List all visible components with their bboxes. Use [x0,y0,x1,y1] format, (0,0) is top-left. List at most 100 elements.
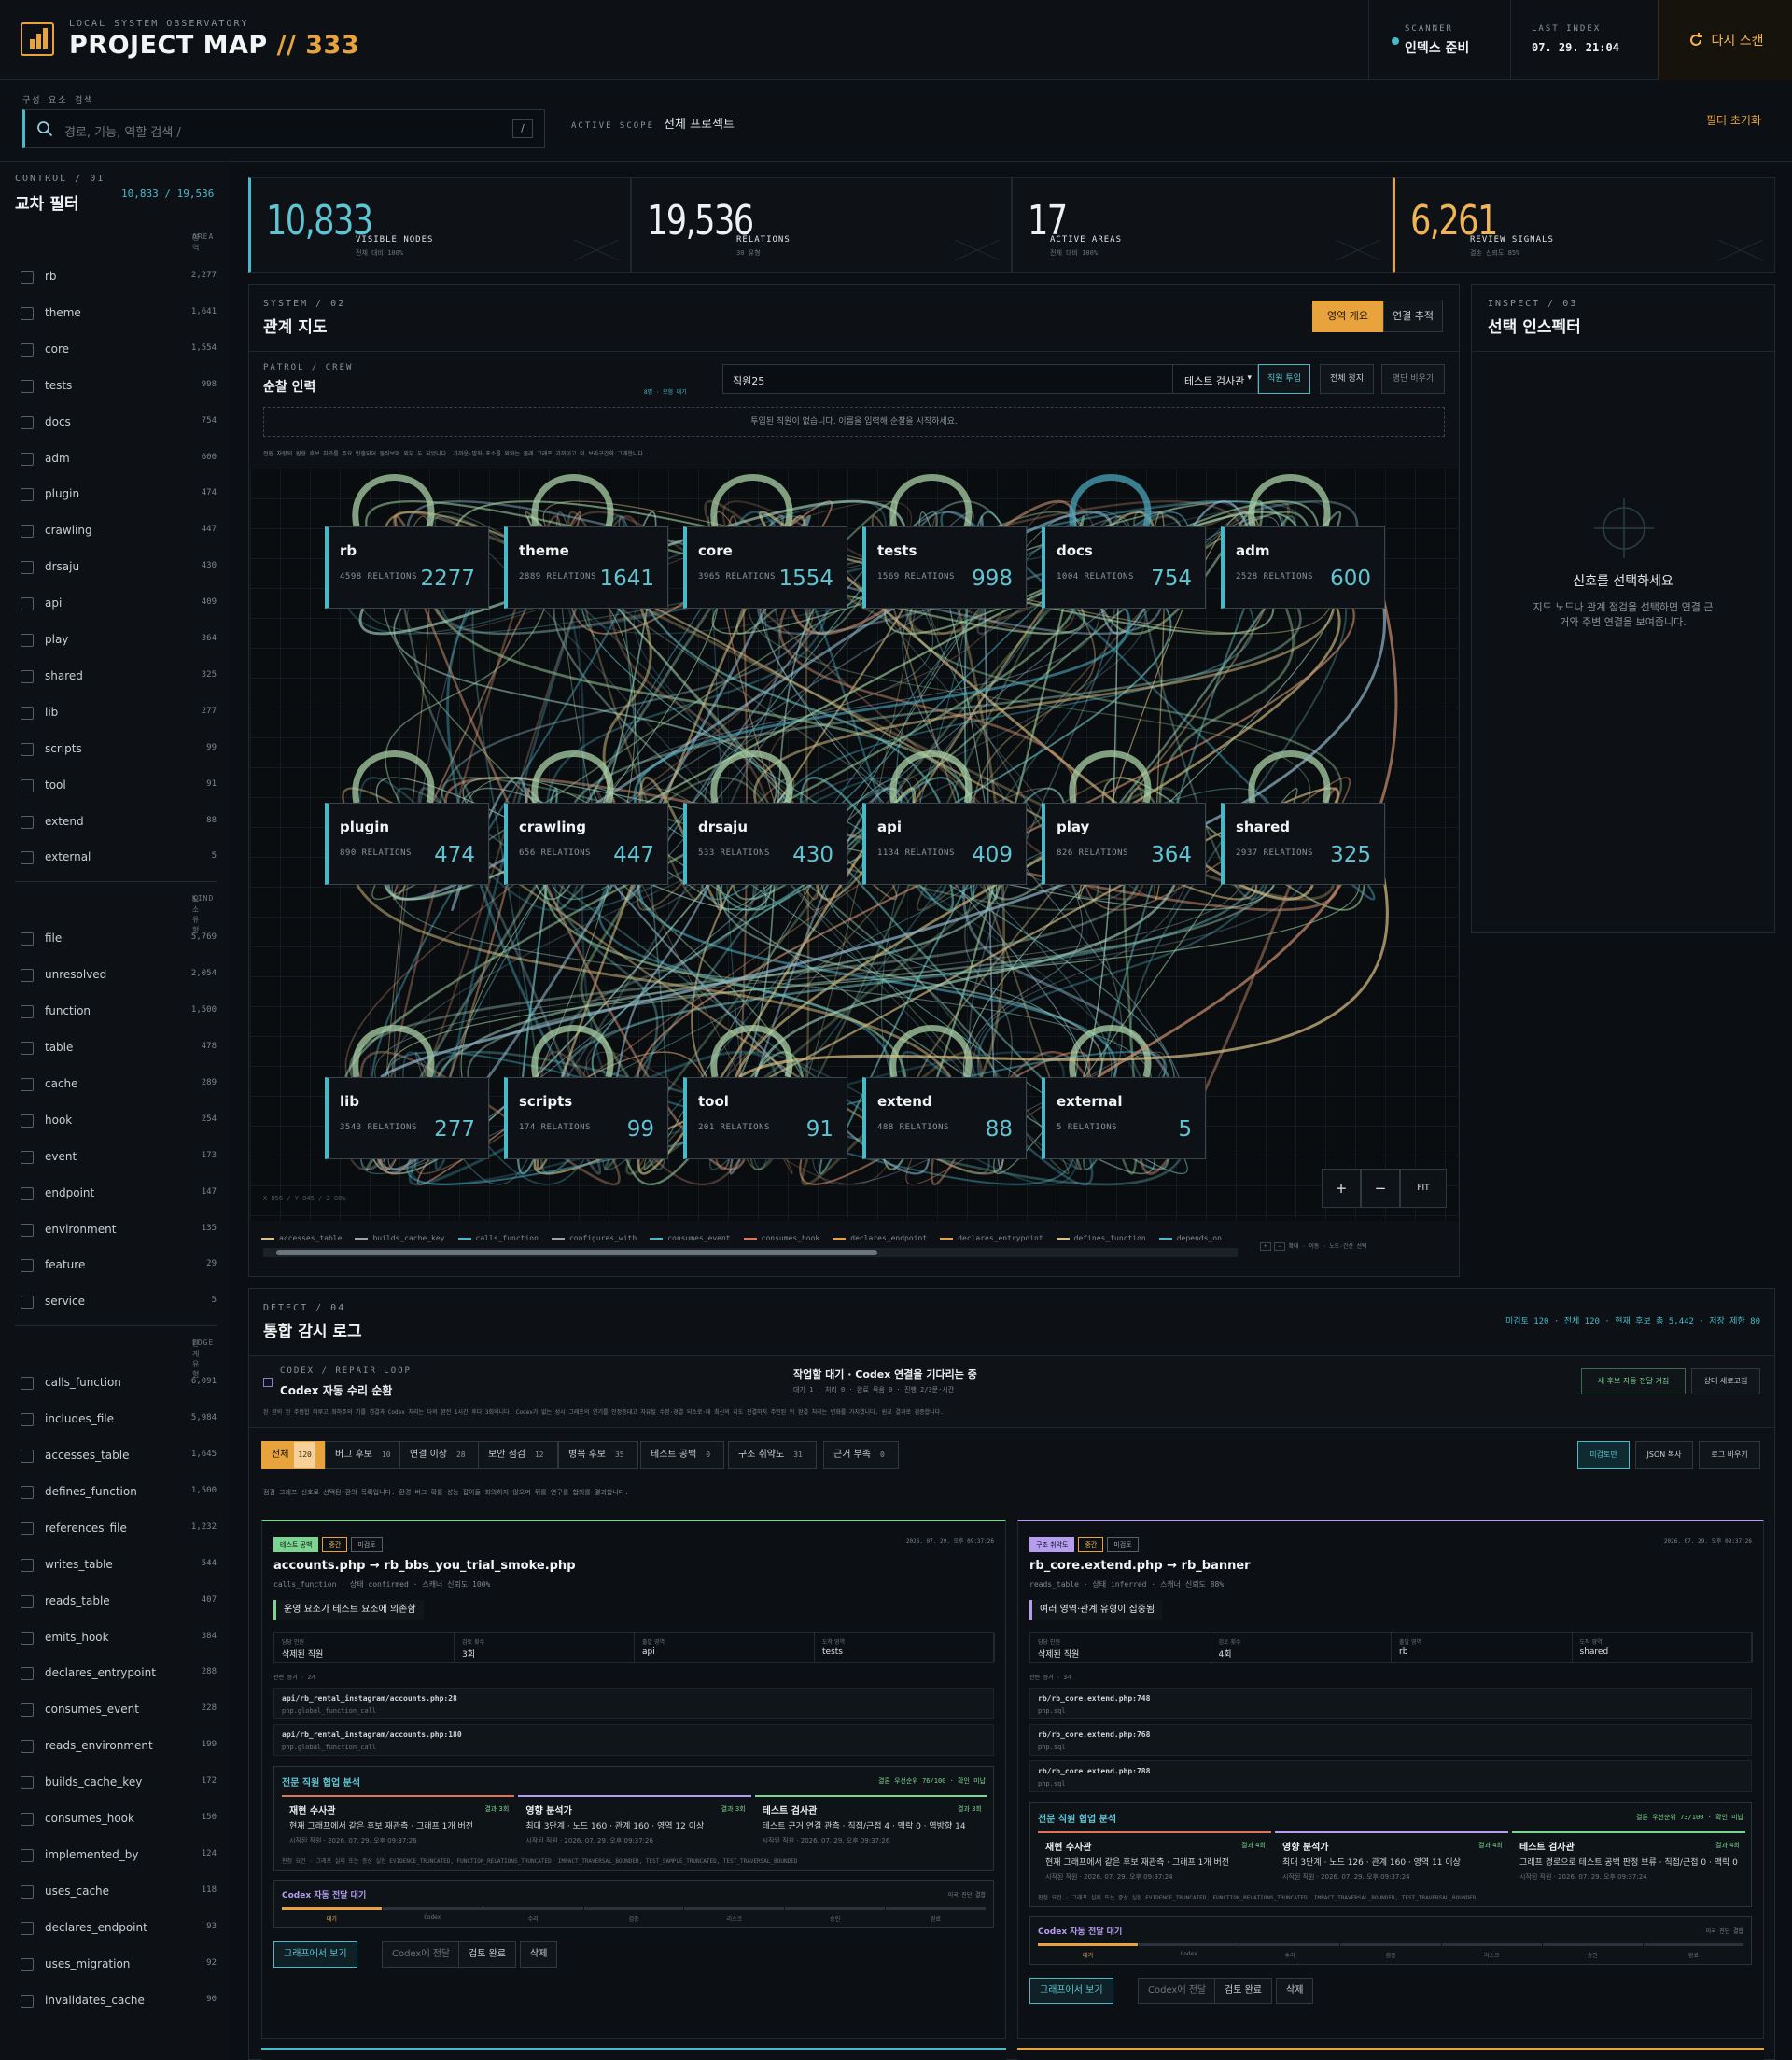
trace-connection-button[interactable]: 연결 추적 [1383,301,1443,332]
filter-item-includes_file[interactable]: includes_file 5,984 [21,1410,217,1429]
checkbox-icon[interactable] [21,1558,34,1572]
filter-item-emits_hook[interactable]: emits_hook 384 [21,1629,217,1647]
checkbox-icon[interactable] [21,742,34,756]
refresh-status-button[interactable]: 상태 새로고침 [1691,1368,1760,1394]
node-theme[interactable]: theme 2889 RELATIONS 1641 [504,526,668,609]
filter-item-consumes_event[interactable]: consumes_event 228 [21,1701,217,1719]
rescan-button[interactable]: 다시 스캔 [1658,0,1792,80]
filter-item-external[interactable]: external 5 [21,848,217,867]
node-plugin[interactable]: plugin 890 RELATIONS 474 [325,803,489,885]
checkbox-icon[interactable] [21,932,34,946]
node-lib[interactable]: lib 3543 RELATIONS 277 [325,1077,489,1159]
checkbox-icon[interactable] [21,1813,34,1826]
filter-item-uses_migration[interactable]: uses_migration 92 [21,1955,217,1974]
checkbox-icon[interactable] [21,1921,34,1935]
copy-json-button[interactable]: JSON 복사 [1635,1441,1693,1469]
checkbox-icon[interactable] [21,1848,34,1862]
node-tests[interactable]: tests 1569 RELATIONS 998 [862,526,1027,609]
scroll-thumb[interactable] [276,1250,877,1255]
node-external[interactable]: external 5 RELATIONS 5 [1042,1077,1206,1159]
filter-item-event[interactable]: event 173 [21,1148,217,1167]
node-api[interactable]: api 1134 RELATIONS 409 [862,803,1027,885]
checkbox-icon[interactable] [21,452,34,466]
checkbox-icon[interactable] [21,851,34,865]
filter-item-uses_cache[interactable]: uses_cache 118 [21,1883,217,1901]
filter-item-adm[interactable]: adm 600 [21,450,217,469]
checkbox-icon[interactable] [21,1703,34,1717]
filter-item-scripts[interactable]: scripts 99 [21,740,217,759]
checkbox-icon[interactable] [21,1223,34,1237]
staff-name-input[interactable]: 직원25 [722,364,1172,394]
checkbox-icon[interactable] [21,669,34,683]
filter-item-extend[interactable]: extend 88 [21,813,217,832]
checkbox-icon[interactable] [21,488,34,502]
checkbox-icon[interactable] [21,1150,34,1164]
auto-forward-toggle[interactable]: 새 후보 자동 전달 켜짐 [1581,1368,1686,1394]
legend-scrollbar[interactable] [263,1248,1238,1257]
evidence-path[interactable]: rb/rb_core.extend.php:768 php.sql [1029,1724,1752,1756]
checkbox-icon[interactable] [21,343,34,357]
zoom-out-button[interactable]: − [1361,1169,1400,1208]
filter-item-shared[interactable]: shared 325 [21,667,217,686]
checkbox-icon[interactable] [21,969,34,983]
checkbox-icon[interactable] [21,1485,34,1499]
mark-reviewed-button[interactable]: 검토 완료 [458,1941,516,1968]
view-in-graph-button[interactable]: 그래프에서 보기 [1029,1978,1113,2004]
unreviewed-only-toggle[interactable]: 미검토만 [1577,1441,1630,1469]
checkbox-icon[interactable] [21,1776,34,1790]
filter-item-drsaju[interactable]: drsaju 430 [21,558,217,577]
tab-filter[interactable]: 전체 120 [261,1441,326,1469]
zoom-in-button[interactable]: + [1322,1169,1361,1208]
filter-item-environment[interactable]: environment 135 [21,1221,217,1240]
filter-item-play[interactable]: play 364 [21,631,217,650]
filter-item-endpoint[interactable]: endpoint 147 [21,1184,217,1203]
tab-filter[interactable]: 버그 후보 10 [325,1441,405,1469]
send-to-codex-button[interactable]: Codex에 전달 [382,1941,461,1968]
tab-filter[interactable]: 연결 이상 28 [399,1441,480,1469]
filter-item-implemented_by[interactable]: implemented_by 124 [21,1846,217,1865]
node-tool[interactable]: tool 201 RELATIONS 91 [683,1077,847,1159]
filter-item-unresolved[interactable]: unresolved 2,054 [21,966,217,985]
node-crawling[interactable]: crawling 656 RELATIONS 447 [504,803,668,885]
filter-item-file[interactable]: file 5,769 [21,930,217,948]
checkbox-icon[interactable] [21,1594,34,1608]
evidence-path[interactable]: api/rb_rental_instagram/accounts.php:180… [273,1724,994,1756]
filter-item-feature[interactable]: feature 29 [21,1256,217,1275]
area-overview-button[interactable]: 영역 개요 [1312,301,1383,332]
checkbox-icon[interactable] [21,271,34,284]
reset-filters-link[interactable]: 필터 초기화 [1706,112,1761,128]
checkbox-icon[interactable] [21,1885,34,1899]
evidence-path[interactable]: api/rb_rental_instagram/accounts.php:28 p… [273,1688,994,1719]
tab-filter[interactable]: 보안 점검 12 [478,1441,558,1469]
filter-item-core[interactable]: core 1,554 [21,341,217,359]
tab-filter[interactable]: 근거 부족 0 [823,1441,899,1469]
evidence-path[interactable]: rb/rb_core.extend.php:788 php.sql [1029,1760,1752,1792]
filter-item-hook[interactable]: hook 254 [21,1112,217,1130]
filter-item-rb[interactable]: rb 2,277 [21,268,217,287]
filter-item-tool[interactable]: tool 91 [21,777,217,795]
send-to-codex-button[interactable]: Codex에 전달 [1138,1978,1217,2004]
checkbox-icon[interactable] [21,1077,34,1091]
checkbox-icon[interactable] [21,1631,34,1645]
checkbox-icon[interactable] [21,1377,34,1391]
checkbox-icon[interactable] [21,1186,34,1200]
filter-item-reads_environment[interactable]: reads_environment 199 [21,1737,217,1756]
filter-item-references_file[interactable]: references_file 1,232 [21,1520,217,1538]
checkbox-icon[interactable] [21,561,34,575]
node-rb[interactable]: rb 4598 RELATIONS 2277 [325,526,489,609]
filter-item-function[interactable]: function 1,500 [21,1002,217,1021]
stop-all-button[interactable]: 전체 정지 [1320,364,1374,394]
delete-button[interactable]: 삭제 [520,1941,558,1968]
checkbox-icon[interactable] [21,1042,34,1055]
checkbox-icon[interactable] [21,525,34,539]
search-input[interactable]: 경로, 기능, 역할 검색 / / [22,109,545,148]
filter-item-defines_function[interactable]: defines_function 1,500 [21,1483,217,1502]
filter-item-table[interactable]: table 478 [21,1039,217,1058]
checkbox-icon[interactable] [21,1114,34,1128]
tab-filter[interactable]: 병목 후보 35 [558,1441,638,1469]
clear-roster-button[interactable]: 명단 비우기 [1381,364,1445,394]
checkbox-icon[interactable] [21,1521,34,1535]
node-docs[interactable]: docs 1004 RELATIONS 754 [1042,526,1206,609]
checkbox-icon[interactable] [21,1740,34,1754]
filter-item-docs[interactable]: docs 754 [21,413,217,432]
